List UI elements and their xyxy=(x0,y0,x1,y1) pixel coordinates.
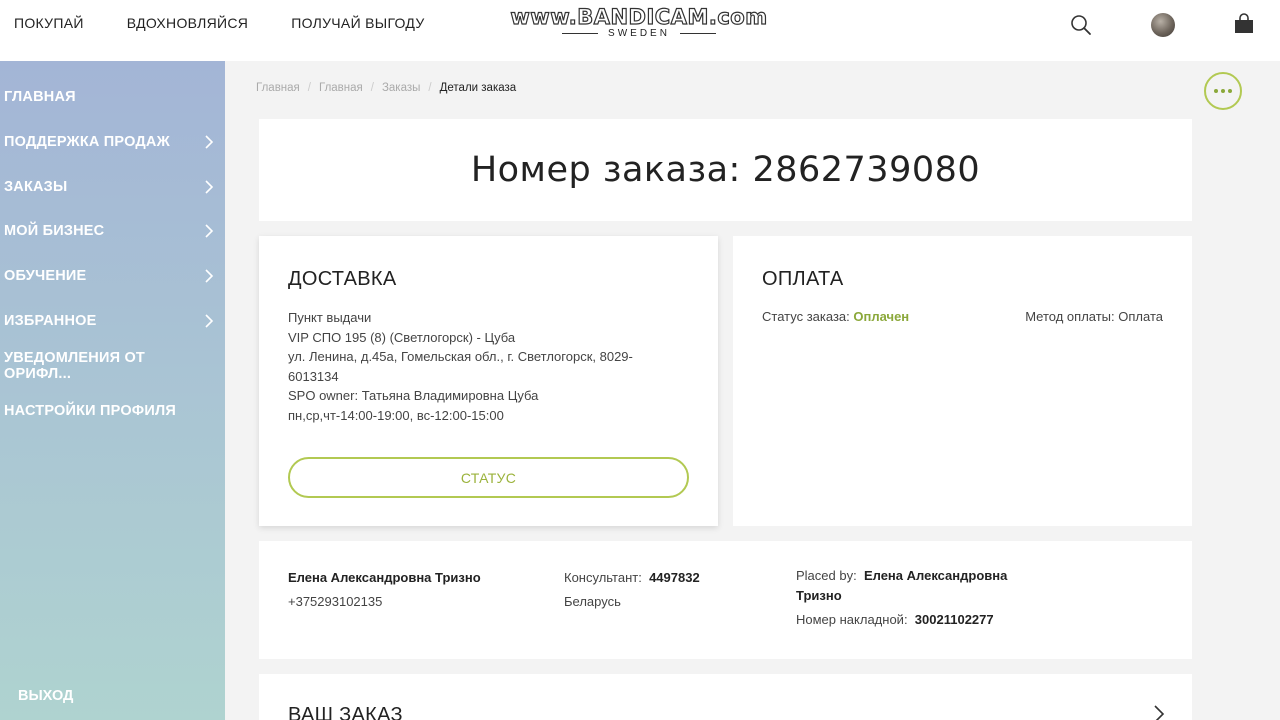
sidebar-item-profile-settings[interactable]: НАСТРОЙКИ ПРОФИЛЯ xyxy=(4,396,214,426)
consultant-label: Консультант: xyxy=(564,570,642,585)
pickup-owner: SPO owner: Татьяна Владимировна Цуба xyxy=(288,388,539,404)
order-title-card: Номер заказа: 2862739080 xyxy=(259,119,1192,221)
chevron-right-icon xyxy=(205,269,214,283)
pickup-hours: пн,ср,чт-14:00-19:00, вс-12:00-15:00 xyxy=(288,407,504,423)
payment-method-value: Оплата xyxy=(1118,309,1163,324)
consultant-id: 4497832 xyxy=(649,570,700,585)
customer-country: Беларусь xyxy=(564,594,621,609)
sidebar-item-label: ПОДДЕРЖКА ПРОДАЖ xyxy=(4,134,170,150)
delivery-card: ДОСТАВКА Пункт выдачи VIP СПО 195 (8) (С… xyxy=(259,236,718,526)
order-status: Статус заказа: Оплачен xyxy=(762,309,909,324)
page-title: Номер заказа: 2862739080 xyxy=(470,150,981,190)
more-dots-icon xyxy=(1214,89,1218,93)
nav-shop[interactable]: ПОКУПАЙ xyxy=(14,15,84,31)
payment-method-label: Метод оплаты: xyxy=(1025,309,1115,324)
breadcrumb-current: Детали заказа xyxy=(439,82,517,94)
sidebar-item-learning[interactable]: ОБУЧЕНИЕ xyxy=(4,261,214,291)
sidebar-item-label: МОЙ БИЗНЕС xyxy=(4,223,105,239)
consultant-column: Консультант: 4497832 Беларусь xyxy=(564,566,700,614)
logo-subtitle: SWEDEN xyxy=(608,28,670,39)
pickup-address: ул. Ленина, д.45а, Гомельская обл., г. С… xyxy=(288,349,633,384)
status-button[interactable]: СТАТУС xyxy=(288,457,689,498)
avatar[interactable] xyxy=(1151,13,1175,37)
pickup-point-name: VIP СПО 195 (8) (Светлогорск) - Цуба xyxy=(288,329,516,345)
nav-benefits[interactable]: ПОЛУЧАЙ ВЫГОДУ xyxy=(291,15,424,31)
breadcrumb-item[interactable]: Главная xyxy=(256,82,300,94)
invoice-number: 30021102277 xyxy=(914,612,994,627)
chevron-right-icon[interactable] xyxy=(1152,704,1166,720)
placed-by-column: Placed by: Елена Александровна Тризно Но… xyxy=(796,566,1036,630)
sidebar-item-sales-support[interactable]: ПОДДЕРЖКА ПРОДАЖ xyxy=(4,127,214,157)
sidebar-exit-link[interactable]: ВЫХОД xyxy=(18,688,73,704)
chevron-right-icon xyxy=(205,135,214,149)
order-status-value: Оплачен xyxy=(853,309,910,324)
chevron-right-icon xyxy=(205,224,214,238)
sidebar-item-my-business[interactable]: МОЙ БИЗНЕС xyxy=(4,216,214,246)
breadcrumb-item[interactable]: Заказы xyxy=(382,82,420,94)
shopping-bag-icon[interactable] xyxy=(1233,13,1255,35)
top-bar: ПОКУПАЙ ВДОХНОВЛЯЙСЯ ПОЛУЧАЙ ВЫГОДУ www.… xyxy=(0,0,1280,61)
sidebar-item-label: УВЕДОМЛЕНИЯ ОТ ОРИФЛ... xyxy=(4,350,145,382)
sidebar-item-label: ГЛАВНАЯ xyxy=(4,89,76,105)
chevron-right-icon xyxy=(205,180,214,194)
logo[interactable]: www.BANDICAM.com SWEDEN xyxy=(508,4,770,39)
payment-card: ОПЛАТА Статус заказа: Оплачен Метод опла… xyxy=(733,236,1192,526)
customer-phone: +375293102135 xyxy=(288,594,383,609)
customer-column: Елена Александровна Тризно +375293102135 xyxy=(288,566,481,614)
sidebar: ГЛАВНАЯ ПОДДЕРЖКА ПРОДАЖ ЗАКАЗЫ МОЙ БИЗН… xyxy=(0,61,225,720)
your-order-heading: ВАШ ЗАКАЗ xyxy=(288,704,403,720)
sidebar-item-label: НАСТРОЙКИ ПРОФИЛЯ xyxy=(4,403,177,419)
chevron-right-icon xyxy=(205,314,214,328)
logo-watermark: www.BANDICAM.com xyxy=(510,4,768,29)
delivery-type: Пункт выдачи xyxy=(288,310,372,325)
payment-method: Метод оплаты: Оплата xyxy=(1025,309,1163,324)
breadcrumb-item[interactable]: Главная xyxy=(319,82,363,94)
delivery-details: Пункт выдачи VIP СПО 195 (8) (Светлогорс… xyxy=(288,308,668,426)
sidebar-item-home[interactable]: ГЛАВНАЯ xyxy=(4,82,214,112)
sidebar-item-label: ОБУЧЕНИЕ xyxy=(4,268,87,284)
more-options-button[interactable] xyxy=(1204,72,1242,110)
invoice-label: Номер накладной: xyxy=(796,612,908,627)
customer-name: Елена Александровна Тризно xyxy=(288,570,481,585)
customer-info-card: Елена Александровна Тризно +375293102135… xyxy=(259,541,1192,659)
sidebar-item-notifications[interactable]: УВЕДОМЛЕНИЯ ОТ ОРИФЛ... xyxy=(4,350,214,382)
payment-heading: ОПЛАТА xyxy=(762,268,844,290)
sidebar-item-label: ИЗБРАННОЕ xyxy=(4,313,97,329)
your-order-card[interactable]: ВАШ ЗАКАЗ xyxy=(259,674,1192,720)
breadcrumb: Главная / Главная / Заказы / Детали зака… xyxy=(256,82,517,94)
order-status-label: Статус заказа: xyxy=(762,309,850,324)
sidebar-item-favorites[interactable]: ИЗБРАННОЕ xyxy=(4,306,214,336)
delivery-heading: ДОСТАВКА xyxy=(288,268,397,290)
placed-by-label: Placed by: xyxy=(796,568,857,583)
top-nav: ПОКУПАЙ ВДОХНОВЛЯЙСЯ ПОЛУЧАЙ ВЫГОДУ xyxy=(14,15,425,31)
sidebar-item-label: ЗАКАЗЫ xyxy=(4,179,68,195)
sidebar-item-orders[interactable]: ЗАКАЗЫ xyxy=(4,172,214,202)
search-icon[interactable] xyxy=(1070,14,1092,36)
nav-inspire[interactable]: ВДОХНОВЛЯЙСЯ xyxy=(127,15,248,31)
